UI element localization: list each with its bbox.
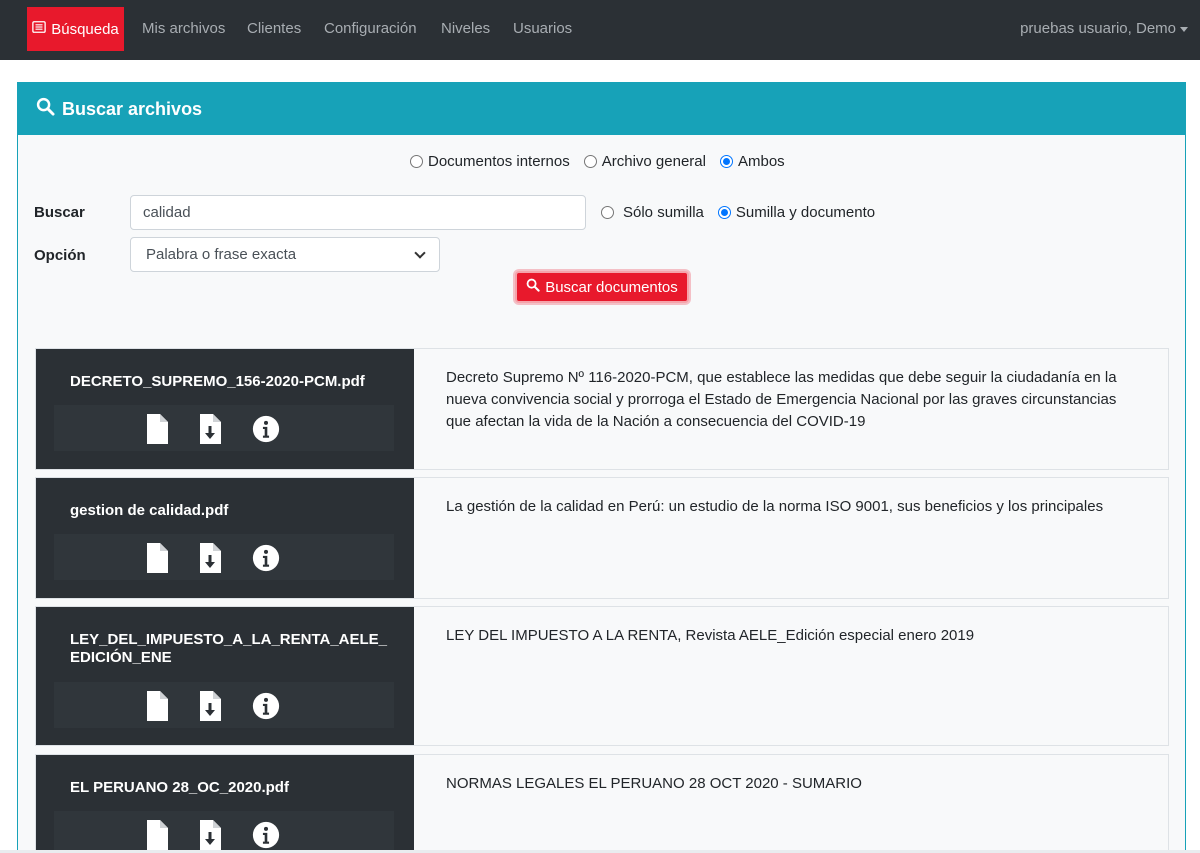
- nav-link-niveles[interactable]: Niveles: [441, 20, 490, 37]
- opcion-label: Opción: [34, 247, 86, 264]
- result-filename[interactable]: LEY_DEL_IMPUESTO_A_LA_RENTA_AELE_EDICIÓN…: [70, 631, 390, 667]
- result-description: NORMAS LEGALES EL PERUANO 28 OCT 2020 - …: [446, 775, 862, 792]
- info-circle-icon[interactable]: [252, 819, 280, 851]
- radio-archivo-general-label[interactable]: Archivo general: [602, 153, 706, 170]
- result-actions: [54, 682, 394, 728]
- buscar-documentos-button[interactable]: Buscar documentos: [515, 271, 689, 303]
- opcion-select-value: Palabra o frase exacta: [146, 246, 297, 263]
- panel-header: Buscar archivos: [18, 83, 1185, 135]
- result-description: Decreto Supremo Nº 116-2020-PCM, que est…: [446, 369, 1117, 430]
- file-download-icon[interactable]: [196, 413, 224, 445]
- radio-sumilla-documento[interactable]: [717, 206, 731, 219]
- result-row: DECRETO_SUPREMO_156-2020-PCM.pdf Decreto…: [35, 348, 1169, 470]
- radio-sumilla-documento-label[interactable]: Sumilla y documento: [736, 204, 875, 221]
- file-icon[interactable]: [143, 413, 171, 445]
- result-actions: [54, 534, 394, 580]
- source-radio-group: Documentos internos Archivo general Ambo…: [410, 153, 799, 170]
- result-filename[interactable]: gestion de calidad.pdf: [70, 502, 390, 520]
- result-file-panel: LEY_DEL_IMPUESTO_A_LA_RENTA_AELE_EDICIÓN…: [36, 607, 414, 745]
- result-file-panel: gestion de calidad.pdf: [36, 478, 414, 598]
- chevron-down-icon: [414, 246, 426, 259]
- result-actions: [54, 811, 394, 853]
- result-row: gestion de calidad.pdf La gestión de la …: [35, 477, 1169, 599]
- user-menu-dropdown[interactable]: pruebas usuario, Demo: [1020, 20, 1188, 37]
- result-filename[interactable]: EL PERUANO 28_OC_2020.pdf: [70, 779, 390, 797]
- buscar-label: Buscar: [34, 204, 85, 221]
- file-icon[interactable]: [143, 819, 171, 851]
- search-icon: [526, 278, 540, 296]
- search-panel: Buscar archivos Documentos internos Arch…: [17, 82, 1186, 853]
- caret-down-icon: [1180, 26, 1188, 32]
- radio-ambos[interactable]: [719, 155, 733, 168]
- info-circle-icon[interactable]: [252, 413, 280, 445]
- radio-solo-sumilla[interactable]: [601, 206, 614, 219]
- result-row: LEY_DEL_IMPUESTO_A_LA_RENTA_AELE_EDICIÓN…: [35, 606, 1169, 746]
- radio-documentos-internos-label[interactable]: Documentos internos: [428, 153, 570, 170]
- top-navbar: Búsqueda Mis archivos Clientes Configura…: [0, 0, 1200, 60]
- result-description: LEY DEL IMPUESTO A LA RENTA, Revista AEL…: [446, 627, 975, 644]
- file-download-icon[interactable]: [196, 542, 224, 574]
- nav-busqueda-button[interactable]: Búsqueda: [27, 7, 124, 51]
- nav-busqueda-label: Búsqueda: [51, 20, 119, 38]
- file-icon[interactable]: [143, 542, 171, 574]
- search-input[interactable]: [130, 195, 586, 230]
- user-name-label: pruebas usuario, Demo: [1020, 20, 1176, 37]
- radio-ambos-label[interactable]: Ambos: [738, 153, 785, 170]
- radio-archivo-general[interactable]: [583, 155, 597, 168]
- nav-link-clientes[interactable]: Clientes: [247, 20, 301, 37]
- file-icon[interactable]: [143, 690, 171, 722]
- result-row: EL PERUANO 28_OC_2020.pdf NORMAS LEGALES…: [35, 754, 1169, 853]
- radio-solo-sumilla-label[interactable]: Sólo sumilla: [623, 204, 704, 221]
- nav-link-usuarios[interactable]: Usuarios: [513, 20, 572, 37]
- info-circle-icon[interactable]: [252, 542, 280, 574]
- info-circle-icon[interactable]: [252, 690, 280, 722]
- radio-documentos-internos[interactable]: [410, 155, 423, 168]
- file-download-icon[interactable]: [196, 690, 224, 722]
- result-file-panel: EL PERUANO 28_OC_2020.pdf: [36, 755, 414, 853]
- search-icon: [36, 97, 55, 121]
- scope-radio-group: Sólo sumilla Sumilla y documento: [601, 204, 889, 221]
- opcion-select[interactable]: Palabra o frase exacta: [130, 237, 440, 272]
- panel-title: Buscar archivos: [62, 98, 203, 119]
- file-download-icon[interactable]: [196, 819, 224, 851]
- result-actions: [54, 405, 394, 451]
- buscar-documentos-label: Buscar documentos: [545, 278, 678, 296]
- nav-link-mis-archivos[interactable]: Mis archivos: [142, 20, 225, 37]
- nav-link-configuracion[interactable]: Configuración: [324, 20, 417, 37]
- result-filename[interactable]: DECRETO_SUPREMO_156-2020-PCM.pdf: [70, 373, 390, 391]
- result-file-panel: DECRETO_SUPREMO_156-2020-PCM.pdf: [36, 349, 414, 469]
- result-description: La gestión de la calidad en Perú: un est…: [446, 498, 1104, 515]
- list-icon: [32, 20, 46, 38]
